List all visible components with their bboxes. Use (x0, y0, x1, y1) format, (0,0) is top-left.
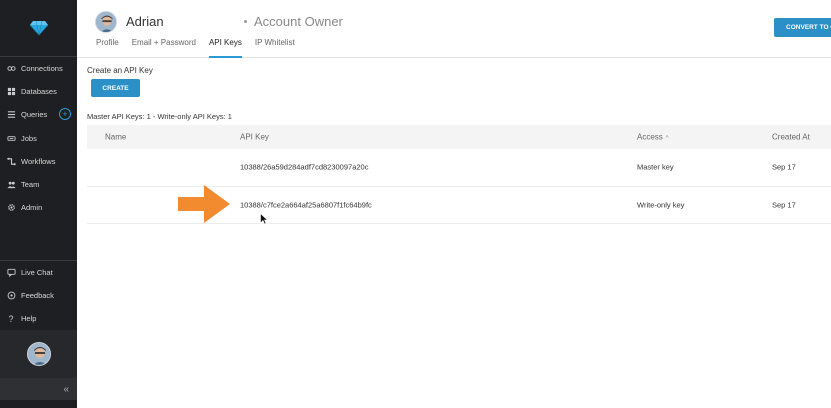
tab-api-keys[interactable]: API Keys (208, 37, 242, 58)
sidebar-item-connections[interactable]: Connections (0, 57, 77, 80)
orange-arrow-icon (178, 185, 230, 223)
avatar (95, 11, 117, 33)
row-created-at: Sep 17 (772, 162, 796, 172)
sidebar-nav: Connections Databases Queries + Jobs Wor… (0, 57, 77, 219)
separator-dot (244, 20, 247, 23)
logo[interactable] (0, 0, 77, 56)
user-photo-icon (96, 12, 116, 32)
databases-icon (6, 87, 16, 97)
sidebar-item-label: Connections (21, 64, 63, 74)
connections-icon (6, 64, 16, 74)
main-content: Create an API Key CREATE Master API Keys… (77, 59, 831, 408)
diamond-logo-icon (29, 20, 48, 36)
sidebar-item-label: Jobs (21, 133, 37, 143)
column-header-label: Access (637, 132, 663, 142)
row-api-key: 10388/26a59d284adf7cd8230097a20c (240, 162, 369, 172)
sidebar-item-feedback[interactable]: Feedback (0, 284, 77, 307)
team-icon (6, 180, 16, 190)
sidebar-item-queries[interactable]: Queries + (0, 103, 77, 126)
settings-tabs: Profile Email + Password API Keys IP Whi… (96, 37, 308, 58)
column-header-name[interactable]: Name (105, 133, 126, 142)
convert-button[interactable]: CONVERT TO O (774, 18, 831, 37)
sidebar-item-label: Feedback (21, 291, 54, 301)
sidebar-item-label: Databases (21, 87, 57, 97)
create-api-key-label: Create an API Key (87, 66, 153, 75)
api-key-counts: Master API Keys: 1 - Write-only API Keys… (87, 112, 232, 121)
sidebar-item-label: Help (21, 314, 37, 324)
row-access: Master key (637, 162, 674, 172)
feedback-icon (6, 291, 16, 301)
sidebar-item-label: Admin (21, 203, 43, 213)
table-row[interactable]: 10388/26a59d284adf7cd8230097a20c Master … (87, 149, 831, 187)
user-photo-icon (27, 343, 50, 365)
user-role: Account Owner (254, 14, 343, 29)
chat-icon (6, 268, 16, 278)
sort-ascending-icon: ^ (665, 135, 669, 142)
collapse-sidebar-button[interactable]: « (0, 378, 77, 400)
table-header: Name API Key Access ^ Created At (87, 125, 831, 149)
workflows-icon (6, 156, 16, 166)
collapse-icon: « (63, 383, 69, 395)
mouse-cursor-icon (260, 213, 268, 225)
sidebar-item-team[interactable]: Team (0, 173, 77, 196)
sidebar-item-label: Live Chat (21, 268, 53, 278)
row-created-at: Sep 17 (772, 200, 796, 210)
sidebar-item-jobs[interactable]: Jobs (0, 127, 77, 150)
column-header-access[interactable]: Access ^ (637, 133, 669, 142)
sidebar-item-admin[interactable]: Admin (0, 196, 77, 219)
sidebar-item-label: Queries (21, 110, 48, 120)
help-icon: ? (8, 313, 14, 324)
sidebar-item-workflows[interactable]: Workflows (0, 150, 77, 173)
tab-email-password[interactable]: Email + Password (132, 37, 196, 58)
row-access: Write-only key (637, 200, 685, 210)
sidebar-item-databases[interactable]: Databases (0, 80, 77, 103)
tab-profile[interactable]: Profile (96, 37, 119, 58)
sidebar: Connections Databases Queries + Jobs Wor… (0, 0, 77, 408)
add-query-icon[interactable]: + (59, 108, 71, 121)
gear-icon (6, 203, 16, 213)
create-button[interactable]: CREATE (91, 79, 140, 97)
sidebar-item-label: Workflows (21, 156, 56, 166)
queries-icon (6, 110, 16, 120)
sidebar-bottom-nav: Live Chat Feedback ? Help (0, 261, 77, 331)
row-api-key: 10388/c7fce2a664af25a6807f1fc64b9fc (240, 200, 372, 210)
tab-ip-whitelist[interactable]: IP Whitelist (255, 37, 295, 58)
user-name: Adrian (126, 14, 164, 29)
column-header-api-key[interactable]: API Key (240, 133, 269, 142)
sidebar-item-help[interactable]: ? Help (0, 307, 77, 330)
sidebar-user-area (0, 330, 77, 378)
sidebar-item-live-chat[interactable]: Live Chat (0, 261, 77, 284)
page-header: Adrian Account Owner Profile Email + Pas… (77, 0, 831, 58)
jobs-icon (6, 133, 16, 143)
avatar[interactable] (26, 342, 51, 366)
sidebar-item-label: Team (21, 180, 40, 190)
column-header-created-at[interactable]: Created At (772, 133, 810, 142)
